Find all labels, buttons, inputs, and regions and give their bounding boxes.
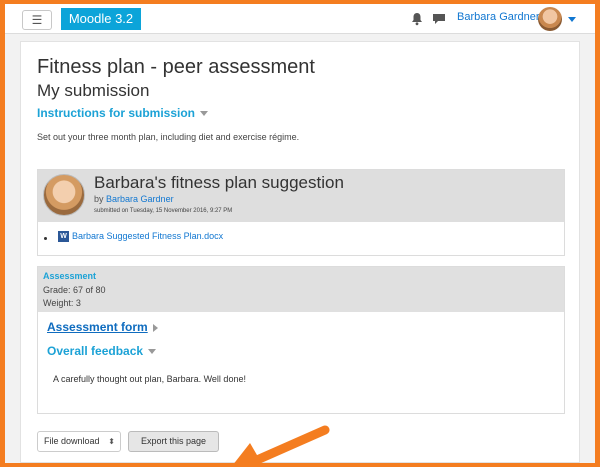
- assessment-header: Assessment Grade: 67 of 80 Weight: 3: [38, 267, 564, 312]
- hamburger-icon[interactable]: ☰: [22, 10, 52, 30]
- bell-icon[interactable]: [410, 12, 424, 26]
- assessment-form-label: Assessment form: [47, 320, 148, 334]
- callout-arrow-icon: [234, 425, 330, 463]
- assessment-weight: Weight: 3: [43, 298, 81, 308]
- submission-header: Barbara's fitness plan suggestion by Bar…: [38, 170, 564, 222]
- list-bullet: [44, 237, 47, 240]
- file-download-value: File download: [44, 436, 100, 446]
- chat-icon[interactable]: [432, 12, 446, 26]
- author-avatar[interactable]: [43, 174, 85, 216]
- overall-feedback-label: Overall feedback: [47, 344, 144, 358]
- top-navbar: ☰ Moodle 3.2 Barbara Gardner: [5, 4, 595, 34]
- submission-author-line: by Barbara Gardner: [94, 194, 174, 204]
- feedback-text: A carefully thought out plan, Barbara. W…: [53, 374, 246, 384]
- submission-title: Barbara's fitness plan suggestion: [94, 173, 344, 192]
- chevron-right-icon: [152, 323, 158, 332]
- instructions-label: Instructions for submission: [37, 106, 196, 120]
- user-menu-name[interactable]: Barbara Gardner: [457, 11, 540, 23]
- file-download-select[interactable]: File download ⬍: [37, 431, 121, 452]
- screenshot-frame: ☰ Moodle 3.2 Barbara Gardner Fitness pla…: [5, 4, 595, 463]
- chevron-down-icon[interactable]: [568, 17, 576, 22]
- assessment-panel: Assessment Grade: 67 of 80 Weight: 3 Ass…: [37, 266, 565, 414]
- instructions-toggle[interactable]: Instructions for submission: [37, 106, 209, 120]
- submission-date: submitted on Tuesday, 15 November 2016, …: [94, 208, 233, 214]
- select-updown-icon: ⬍: [108, 437, 115, 446]
- assessment-label: Assessment: [43, 271, 97, 281]
- chevron-down-icon: [148, 349, 157, 355]
- export-page-button[interactable]: Export this page: [128, 431, 219, 452]
- author-link[interactable]: Barbara Gardner: [106, 194, 174, 204]
- assessment-grade: Grade: 67 of 80: [43, 285, 106, 295]
- word-document-icon: W: [58, 231, 69, 242]
- page-title: Fitness plan - peer assessment: [37, 56, 315, 78]
- main-content: Fitness plan - peer assessment My submis…: [20, 41, 580, 463]
- submission-panel: Barbara's fitness plan suggestion by Bar…: [37, 169, 565, 256]
- assessment-form-toggle[interactable]: Assessment form: [47, 320, 158, 334]
- site-brand-button[interactable]: Moodle 3.2: [61, 8, 141, 30]
- chevron-down-icon: [200, 111, 209, 117]
- by-prefix: by: [94, 194, 104, 204]
- attachment-link[interactable]: Barbara Suggested Fitness Plan.docx: [72, 231, 223, 241]
- overall-feedback-toggle[interactable]: Overall feedback: [47, 344, 157, 358]
- instructions-text: Set out your three month plan, including…: [37, 132, 300, 142]
- user-avatar[interactable]: [538, 7, 562, 31]
- page-subtitle: My submission: [37, 81, 150, 100]
